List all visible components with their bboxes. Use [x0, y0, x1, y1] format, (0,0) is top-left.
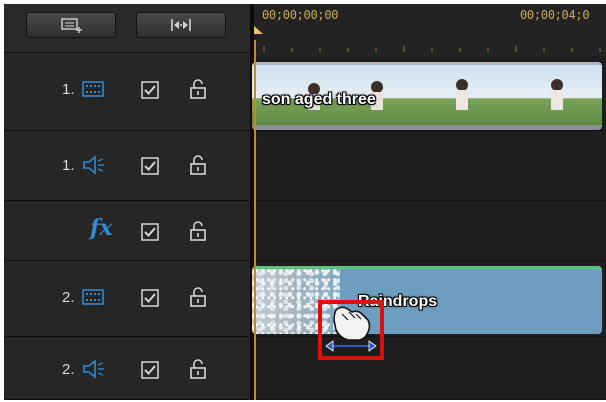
add-track-button[interactable] — [26, 12, 116, 38]
lane-audio-2[interactable] — [254, 337, 606, 400]
lane-fx[interactable] — [254, 201, 606, 261]
track-header-video-2[interactable]: 2. — [4, 261, 250, 337]
trim-hand-cursor-icon — [325, 306, 377, 352]
playhead-line[interactable] — [254, 40, 256, 400]
unlock-icon[interactable] — [189, 287, 207, 307]
track-number: 1. — [62, 157, 75, 174]
audio-track-icon — [83, 359, 104, 379]
track-header-audio-1[interactable]: 1. — [4, 131, 250, 201]
video-track-icon — [82, 289, 104, 305]
ruler-ticks — [263, 46, 601, 52]
timecode-start: 00;00;00;00 — [262, 8, 339, 22]
audio-track-icon — [83, 155, 104, 175]
video-clip-raindrops[interactable]: Raindrops — [252, 266, 602, 334]
track-enabled-checkbox[interactable] — [141, 289, 159, 307]
fit-timeline-button[interactable] — [136, 12, 226, 38]
track-number: 1. — [62, 81, 75, 98]
add-track-icon — [61, 18, 82, 33]
unlock-icon[interactable] — [189, 155, 207, 175]
lane-audio-1[interactable] — [254, 131, 606, 201]
track-header-audio-2[interactable]: 2. — [4, 337, 250, 400]
time-ruler[interactable]: 00;00;00;00 00;00;04;0 — [254, 4, 606, 57]
unlock-icon[interactable] — [189, 359, 207, 379]
timecode-next: 00;00;04;0 — [520, 8, 590, 22]
video-clip-son-aged-three[interactable]: son aged three — [252, 62, 602, 130]
video-track-icon — [82, 81, 104, 97]
clip-label: son aged three — [262, 91, 376, 108]
timeline-window: 00;00;00;00 00;00;04;0 1. 1. fx 2. 2. so… — [4, 4, 606, 400]
unlock-icon[interactable] — [189, 79, 207, 99]
playhead-marker[interactable] — [254, 26, 263, 34]
fx-icon: fx — [90, 215, 113, 241]
track-enabled-checkbox[interactable] — [141, 81, 159, 99]
fit-timeline-icon — [171, 19, 191, 31]
track-number: 2. — [62, 289, 75, 306]
track-header-toolbar — [4, 4, 250, 53]
track-number: 2. — [62, 361, 75, 378]
track-enabled-checkbox[interactable] — [141, 157, 159, 175]
track-header-fx[interactable]: fx — [4, 201, 250, 261]
track-enabled-checkbox[interactable] — [141, 223, 159, 241]
track-enabled-checkbox[interactable] — [141, 361, 159, 379]
unlock-icon[interactable] — [189, 221, 207, 241]
track-header-video-1[interactable]: 1. — [4, 53, 250, 131]
